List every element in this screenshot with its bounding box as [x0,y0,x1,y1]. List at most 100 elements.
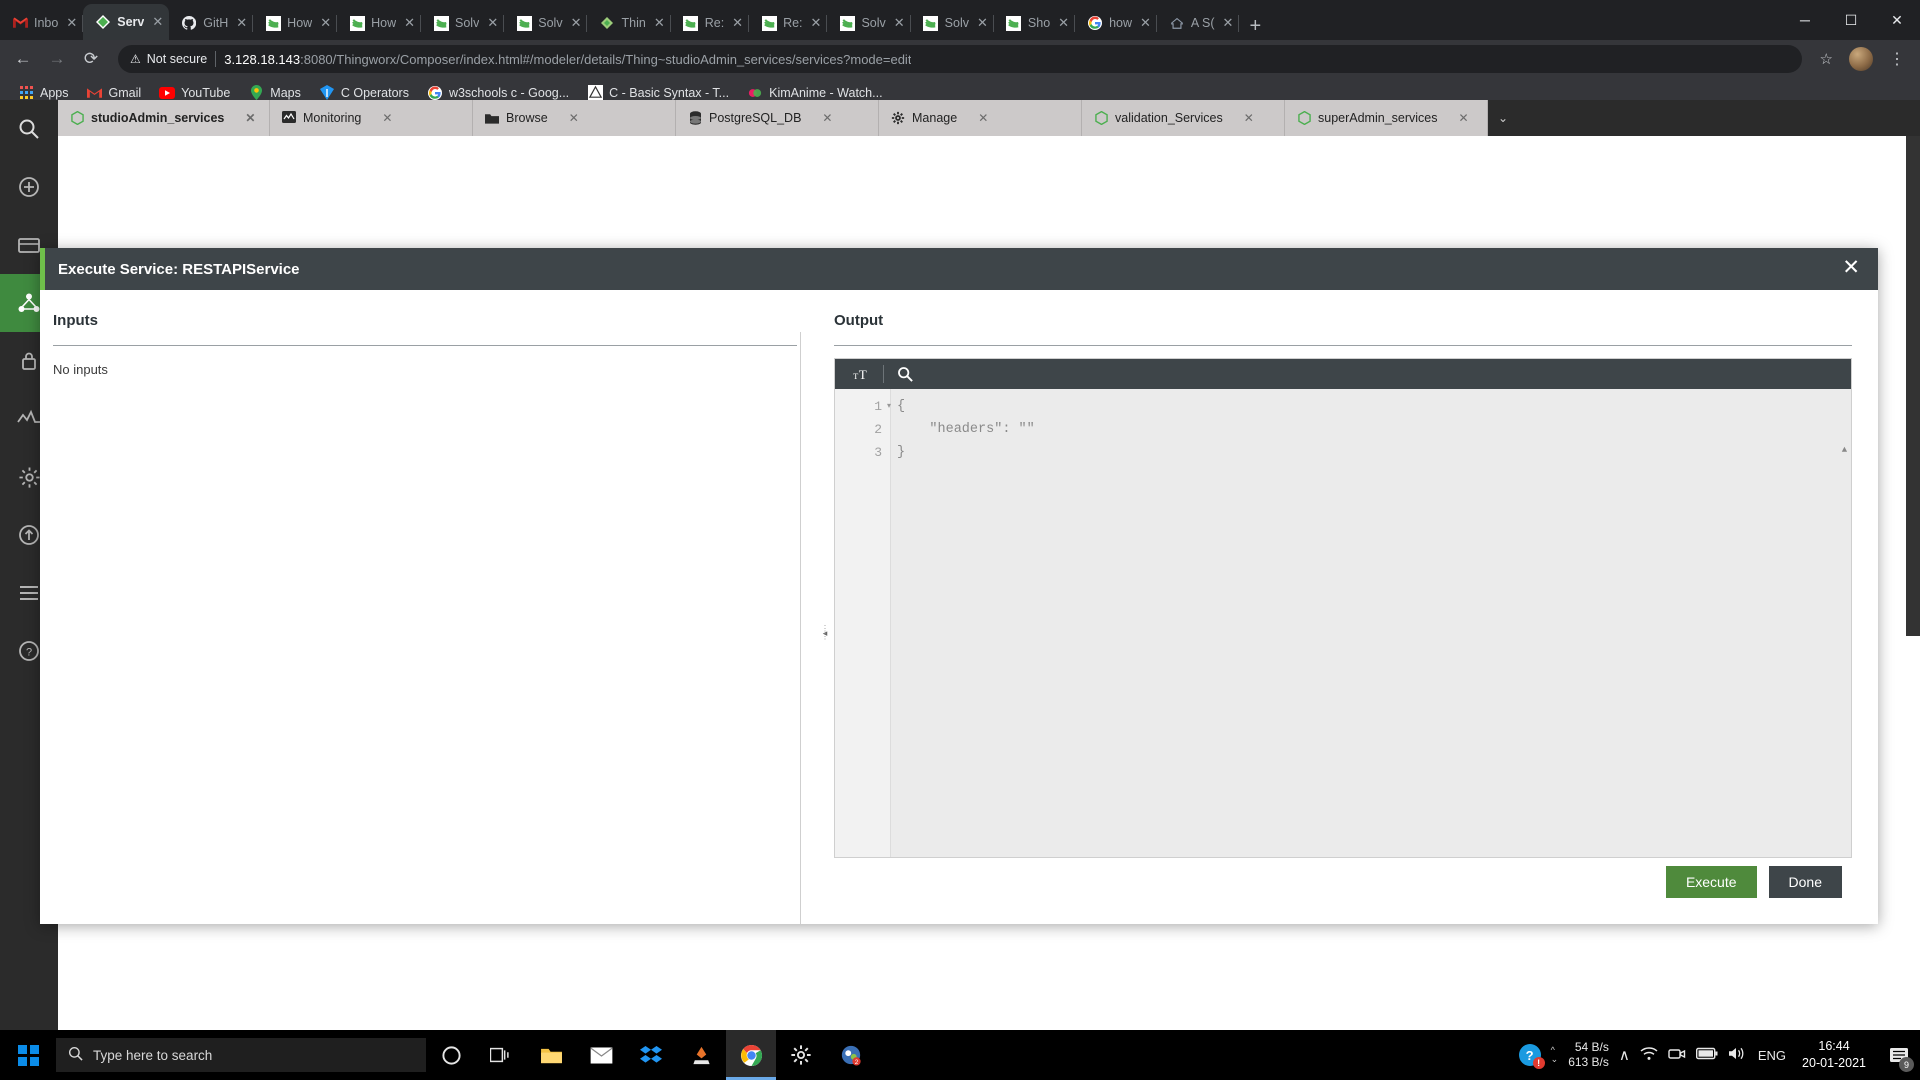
notification-app-icon[interactable]: 2 [826,1030,876,1080]
browser-tab-1[interactable]: Serv ✕ [83,4,170,40]
panel-splitter-handle[interactable]: ⋮ ◂ ⋮ [819,604,831,664]
browser-tab-8[interactable]: Re: ✕ [671,6,750,40]
browser-tab-7[interactable]: Thin ✕ [587,6,671,40]
browser-tab-12[interactable]: Sho ✕ [994,6,1076,40]
execute-button[interactable]: Execute [1665,866,1757,898]
browser-tab-14[interactable]: A S( ✕ [1157,6,1240,40]
minimize-button[interactable]: ─ [1782,4,1828,36]
language-indicator[interactable]: ENG [1758,1048,1786,1063]
close-icon[interactable]: ✕ [1244,111,1254,125]
editor-scrollbar[interactable]: ▲ [1840,393,1849,455]
action-center-button[interactable]: 9 [1882,1030,1916,1080]
close-icon[interactable]: ✕ [404,15,415,31]
show-hidden-icons-chevron-icon[interactable]: ∧ [1619,1046,1630,1064]
browser-tab-0[interactable]: Inbo ✕ [0,6,84,40]
font-size-icon[interactable]: TT [845,359,879,389]
chrome-menu-icon[interactable]: ⋮ [1883,49,1912,69]
browser-tab-4[interactable]: How ✕ [337,6,422,40]
forward-button[interactable]: → [42,44,72,74]
thingworx-tab-browse[interactable]: Browse ✕ [473,100,676,136]
wifi-icon[interactable] [1640,1046,1658,1065]
close-icon[interactable]: ✕ [732,15,743,31]
monitoring-icon [282,111,296,125]
bookmark-label: Gmail [108,85,142,100]
url-text: 3.128.18.143:8080/Thingworx/Composer/ind… [224,52,911,67]
thingworx-tab-manage[interactable]: Manage ✕ [879,100,1082,136]
help-icon[interactable]: ? ! [1518,1044,1545,1069]
dropbox-icon[interactable] [626,1030,676,1080]
taskbar-clock[interactable]: 16:44 20-01-2021 [1796,1038,1872,1072]
close-icon[interactable]: ✕ [382,111,392,125]
warning-triangle-icon: ⚠ [130,52,141,66]
apps-grid-icon [18,85,34,101]
close-icon[interactable]: ✕ [1459,111,1469,125]
thingworx-tab-validation-services[interactable]: validation_Services ✕ [1082,100,1285,136]
security-indicator[interactable]: ⚠ Not secure [130,52,207,66]
thingworx-tab-studioadmin-services[interactable]: studioAdmin_services ✕ [58,100,270,136]
close-icon[interactable]: ✕ [654,15,665,31]
browser-tab-3[interactable]: How ✕ [253,6,338,40]
close-icon[interactable]: ✕ [977,15,988,31]
code-editor[interactable]: ⋮ ◂ ⋮ 1 ▾ 2 3 { "headers": ""} ▲ [821,389,1851,857]
cortana-icon[interactable] [426,1030,476,1080]
bookmark-star-icon[interactable]: ☆ [1814,50,1839,68]
browser-tab-11[interactable]: Solv ✕ [911,6,994,40]
scroll-up-icon[interactable]: ▲ [1840,439,1849,462]
add-icon[interactable] [0,158,58,216]
code-content[interactable]: { "headers": "" } ▲ [891,389,1851,857]
close-icon[interactable]: ✕ [1140,15,1151,31]
browser-tab-title: Solv [455,16,480,30]
close-icon[interactable]: ✕ [487,15,498,31]
start-button[interactable] [0,1030,56,1080]
battery-icon[interactable] [1695,1047,1718,1064]
close-icon[interactable]: ✕ [978,111,988,125]
chevron-down-icon[interactable]: ⌄ [1488,100,1518,136]
new-tab-button[interactable]: + [1239,16,1271,40]
mail-icon[interactable] [576,1030,626,1080]
close-icon[interactable]: ✕ [152,14,163,30]
browser-tab-9[interactable]: Re: ✕ [749,6,828,40]
vlc-icon[interactable] [676,1030,726,1080]
search-icon[interactable] [0,100,58,158]
close-icon[interactable]: ✕ [245,111,255,125]
done-button[interactable]: Done [1768,866,1842,898]
task-view-icon[interactable] [476,1030,526,1080]
camera-icon[interactable] [1668,1046,1686,1065]
volume-icon[interactable] [1728,1046,1748,1065]
settings-icon[interactable] [776,1030,826,1080]
maximize-button[interactable]: ☐ [1828,4,1874,36]
browser-tab-6[interactable]: Solv ✕ [504,6,588,40]
taskbar-search-input[interactable]: Type here to search [56,1038,426,1072]
thingworx-tab-postgresql-db[interactable]: PostgreSQL_DB ✕ [676,100,879,136]
browser-tab-2[interactable]: GitH ✕ [169,6,254,40]
thingworx-tab-monitoring[interactable]: Monitoring ✕ [270,100,473,136]
search-icon[interactable] [888,359,922,389]
close-icon[interactable]: ✕ [1223,15,1234,31]
close-icon[interactable]: ✕ [894,15,905,31]
close-icon[interactable]: ✕ [1842,257,1860,278]
close-icon[interactable]: ✕ [66,15,77,31]
thingworx-tab-superadmin-services[interactable]: superAdmin_services ✕ [1285,100,1488,136]
browser-tab-5[interactable]: Solv ✕ [421,6,505,40]
address-bar[interactable]: ⚠ Not secure 3.128.18.143:8080/Thingworx… [118,45,1802,73]
close-icon[interactable]: ✕ [569,111,579,125]
close-icon[interactable]: ✕ [811,15,822,31]
close-icon[interactable]: ✕ [236,15,247,31]
close-window-button[interactable]: ✕ [1874,4,1920,36]
bookmark-label: Maps [270,85,301,100]
close-icon[interactable]: ✕ [1058,15,1069,31]
browser-tab-13[interactable]: how ✕ [1075,6,1157,40]
hexagon-icon [1297,111,1311,125]
chrome-icon[interactable] [726,1030,776,1080]
line-number: 1 ▾ [835,395,891,418]
browser-tab-10[interactable]: Solv ✕ [827,6,911,40]
reload-button[interactable]: ⟳ [76,44,106,74]
home-icon [1169,15,1185,31]
close-icon[interactable]: ✕ [822,111,832,125]
browser-tab-title: Solv [944,16,969,30]
profile-avatar[interactable] [1849,47,1873,71]
back-button[interactable]: ← [8,44,38,74]
close-icon[interactable]: ✕ [320,15,331,31]
close-icon[interactable]: ✕ [571,15,582,31]
file-explorer-icon[interactable] [526,1030,576,1080]
